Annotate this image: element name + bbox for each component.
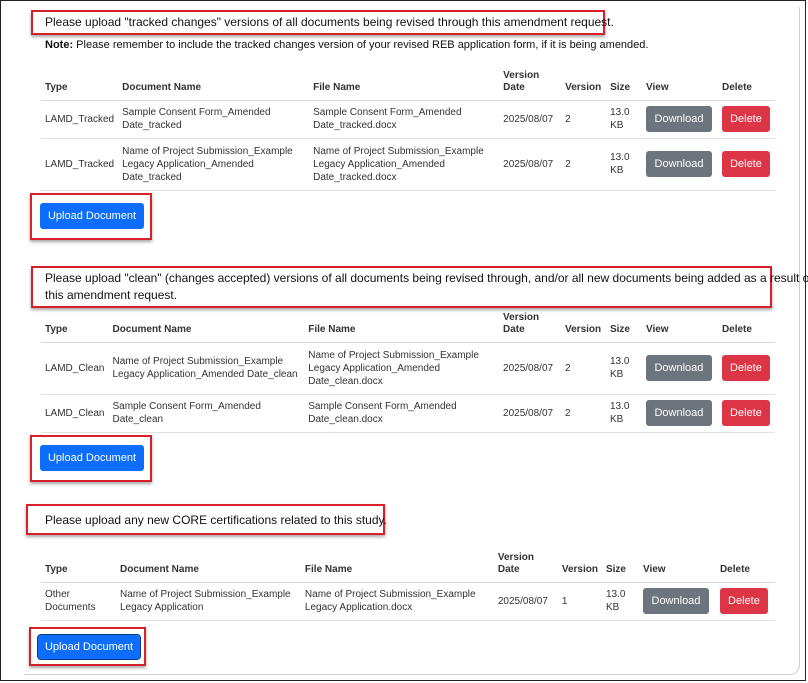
file-name: Name of Project Submission_Example Legacy… bbox=[300, 582, 494, 621]
col-version: Version bbox=[557, 548, 602, 583]
core-certification-instruction: Please upload any new CORE certification… bbox=[45, 513, 387, 527]
download-button[interactable]: Download bbox=[642, 588, 709, 614]
delete-button[interactable]: Delete bbox=[721, 151, 770, 177]
col-document-name: Document Name bbox=[115, 548, 301, 583]
download-button[interactable]: Download bbox=[645, 355, 712, 381]
doc-name: Name of Project Submission_Example Legacy… bbox=[108, 342, 305, 395]
upload-document-button[interactable]: Upload Document bbox=[40, 445, 144, 471]
col-document-name: Document Name bbox=[118, 66, 310, 101]
version-number: 2 bbox=[561, 138, 607, 191]
doc-name: Sample Consent Form_Amended Date_tracked bbox=[118, 100, 310, 139]
upload-document-button[interactable]: Upload Document bbox=[40, 203, 144, 229]
version-date: 2025/08/07 bbox=[493, 582, 558, 621]
col-size: Size bbox=[606, 66, 642, 101]
doc-type: LAMD_Clean bbox=[41, 342, 109, 395]
col-file-name: File Name bbox=[304, 308, 500, 343]
doc-name: Name of Project Submission_Example Legacy… bbox=[118, 138, 310, 191]
clean-documents-table: Type Document Name File Name Version Date… bbox=[41, 308, 775, 433]
doc-type: LAMD_Tracked bbox=[41, 100, 119, 139]
col-size: Size bbox=[601, 548, 639, 583]
col-type: Type bbox=[41, 66, 119, 101]
version-date: 2025/08/07 bbox=[499, 394, 561, 433]
tracked-documents-table: Type Document Name File Name Version Date… bbox=[41, 66, 775, 191]
file-name: Sample Consent Form_Amended Date_tracked.… bbox=[309, 100, 500, 139]
note-label: Note: bbox=[45, 39, 74, 51]
file-size: 13.0 KB bbox=[606, 138, 642, 191]
col-delete: Delete bbox=[715, 548, 775, 583]
col-delete: Delete bbox=[717, 66, 775, 101]
file-size: 13.0 KB bbox=[605, 394, 642, 433]
col-file-name: File Name bbox=[300, 548, 494, 583]
version-number: 2 bbox=[561, 342, 606, 395]
col-view: View bbox=[642, 66, 718, 101]
delete-button[interactable]: Delete bbox=[721, 355, 770, 381]
col-view: View bbox=[638, 548, 716, 583]
file-size: 13.0 KB bbox=[606, 100, 642, 139]
doc-name: Name of Project Submission_Example Legacy… bbox=[115, 582, 301, 621]
col-size: Size bbox=[605, 308, 642, 343]
doc-type: Other Documents bbox=[41, 582, 116, 621]
col-file-name: File Name bbox=[309, 66, 500, 101]
file-name: Name of Project Submission_Example Legacy… bbox=[304, 342, 500, 395]
tracked-changes-instruction: Please upload "tracked changes" versions… bbox=[45, 15, 614, 29]
version-number: 1 bbox=[557, 582, 602, 621]
doc-type: LAMD_Tracked bbox=[41, 138, 119, 191]
download-button[interactable]: Download bbox=[646, 151, 712, 177]
col-delete: Delete bbox=[717, 308, 775, 343]
version-number: 2 bbox=[561, 394, 606, 433]
tracked-changes-note: Note: Please remember to include the tra… bbox=[45, 39, 648, 51]
delete-button[interactable]: Delete bbox=[721, 106, 770, 132]
clean-versions-instruction: Please upload "clean" (changes accepted)… bbox=[45, 271, 808, 302]
col-version: Version bbox=[561, 308, 606, 343]
table-row: LAMD_Tracked Sample Consent Form_Amended… bbox=[41, 100, 775, 139]
table-row: LAMD_Tracked Name of Project Submission_… bbox=[41, 138, 775, 191]
delete-button[interactable]: Delete bbox=[721, 400, 770, 426]
version-date: 2025/08/07 bbox=[499, 138, 562, 191]
version-date: 2025/08/07 bbox=[499, 100, 562, 139]
table-row: LAMD_Clean Name of Project Submission_Ex… bbox=[41, 342, 775, 395]
doc-name: Sample Consent Form_Amended Date_clean bbox=[108, 394, 305, 433]
table-row: Other Documents Name of Project Submissio… bbox=[41, 582, 775, 621]
file-name: Sample Consent Form_Amended Date_clean.do… bbox=[304, 394, 500, 433]
file-name: Name of Project Submission_Example Legacy… bbox=[309, 138, 500, 191]
file-size: 13.0 KB bbox=[601, 582, 639, 621]
note-text: Please remember to include the tracked c… bbox=[73, 39, 649, 51]
col-version: Version bbox=[561, 66, 607, 101]
col-type: Type bbox=[41, 308, 109, 343]
col-document-name: Document Name bbox=[108, 308, 305, 343]
core-documents-table: Type Document Name File Name Version Date… bbox=[41, 548, 775, 621]
doc-type: LAMD_Clean bbox=[41, 394, 109, 433]
col-type: Type bbox=[41, 548, 116, 583]
download-button[interactable]: Download bbox=[646, 106, 712, 132]
version-date: 2025/08/07 bbox=[499, 342, 561, 395]
col-version-date: Version Date bbox=[499, 308, 561, 343]
download-button[interactable]: Download bbox=[645, 400, 712, 426]
delete-button[interactable]: Delete bbox=[719, 588, 768, 614]
version-number: 2 bbox=[561, 100, 607, 139]
file-size: 13.0 KB bbox=[605, 342, 642, 395]
col-version-date: Version Date bbox=[493, 548, 558, 583]
col-version-date: Version Date bbox=[499, 66, 562, 101]
table-row: LAMD_Clean Sample Consent Form_Amended Da… bbox=[41, 394, 775, 433]
col-view: View bbox=[641, 308, 718, 343]
upload-document-button[interactable]: Upload Document bbox=[37, 634, 141, 660]
